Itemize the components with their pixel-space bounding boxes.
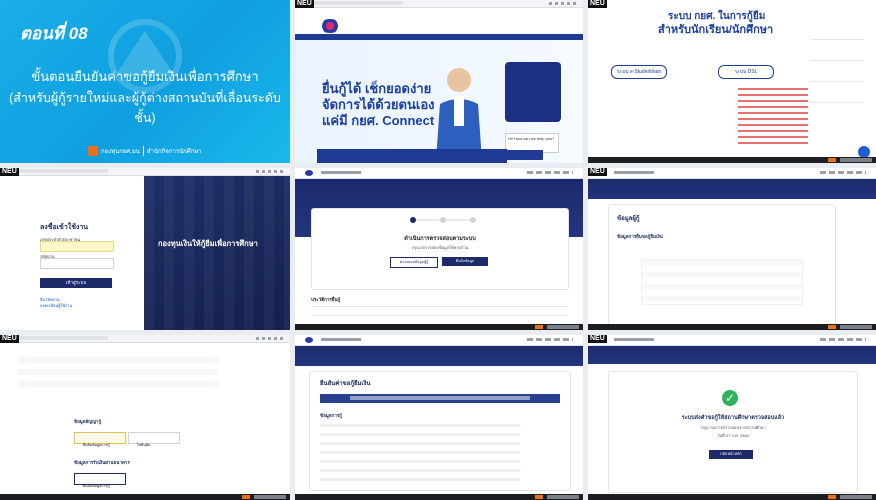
decline-loan-option[interactable]: ไม่ยืนยัน bbox=[128, 432, 180, 447]
login-hero bbox=[144, 176, 290, 330]
confirm-request-panel: ยืนยันค่าขอกู้ยืมเงิน ข้อมูลการกู้ bbox=[295, 335, 583, 500]
user-menu[interactable] bbox=[527, 338, 573, 341]
portal-heading2: สำหรับนักเรียน/นักศึกษา bbox=[658, 24, 774, 36]
login-title: ลงชื่อเข้าใช้งาน bbox=[40, 224, 89, 231]
episode-title-card: ตอนที่ 08 ขั้นตอนยืนยันค่าขอกู้ยืมเงินเพ… bbox=[0, 0, 290, 163]
register-link[interactable]: ลงทะเบียนผู้ใช้งาน bbox=[40, 302, 72, 309]
site-logo-icon[interactable] bbox=[319, 19, 341, 33]
address-bar[interactable] bbox=[313, 1, 403, 5]
brand-tag: NEU bbox=[588, 335, 607, 343]
video-footer bbox=[295, 494, 583, 500]
side-links[interactable] bbox=[810, 26, 864, 106]
video-footer bbox=[588, 157, 876, 163]
estudentloan-button[interactable]: ระบบ e-Studentloan bbox=[611, 65, 667, 79]
info-card: ข้อมูลผู้กู้ ข้อมูลการยื่นขอกู้ยืมเงิน bbox=[608, 204, 836, 328]
app-hero bbox=[588, 179, 876, 199]
app-hero bbox=[295, 346, 583, 366]
app-hero bbox=[588, 346, 876, 364]
request-title: ดำเนินการตรวจสอบตามระบบ bbox=[404, 236, 476, 242]
info-section: ข้อมูลการยื่นขอกู้ยืมเงิน bbox=[617, 234, 663, 239]
banner-line3: แค่มี กยศ. Connect bbox=[322, 113, 435, 128]
browser-bar bbox=[0, 335, 290, 343]
success-card: ✓ ระบบส่งคำขอกู้ให้สถานศึกษาตรวจสอบแล้ว … bbox=[608, 371, 858, 493]
loan-system-panel: NEU ระบบ กยศ. ในการกู้ยืม สำหรับนักเรียน… bbox=[588, 0, 876, 163]
success-message: ระบบส่งคำขอกู้ให้สถานศึกษาตรวจสอบแล้ว bbox=[681, 415, 785, 421]
app-logo-icon[interactable] bbox=[305, 337, 313, 343]
confirm-loan-option[interactable]: ยืนยันข้อมูลการกู้ bbox=[74, 432, 126, 447]
borrower-info-panel: NEU ข้อมูลผู้กู้ ข้อมูลการยื่นขอกู้ยืมเง… bbox=[588, 168, 876, 330]
site-header bbox=[295, 8, 583, 34]
app-logo-icon[interactable] bbox=[305, 170, 313, 176]
confirm-card: ยืนยันค่าขอกู้ยืมเงิน ข้อมูลการกู้ bbox=[309, 371, 571, 491]
success-panel: NEU ✓ ระบบส่งคำขอกู้ให้สถานศึกษาตรวจสอบแ… bbox=[588, 335, 876, 500]
confirm-info-button[interactable]: ยืนยันข้อมูล bbox=[442, 257, 488, 266]
confirm-section: ข้อมูลการกู้ bbox=[320, 413, 342, 418]
app-navbar bbox=[295, 168, 583, 179]
app-navbar bbox=[588, 335, 876, 346]
app-navbar bbox=[588, 168, 876, 179]
contract-section-title: ข้อมูลสัญญากู้ bbox=[74, 419, 102, 424]
login-button[interactable]: เข้าสู่ระบบ bbox=[40, 278, 112, 288]
password-input[interactable] bbox=[40, 258, 114, 269]
request-subtitle: กรุณาตรวจสอบข้อมูลให้ครบถ้วน bbox=[411, 245, 469, 250]
org-footer: กองทุนกยศ.มน สำนักกิจการนักศึกษา bbox=[88, 144, 202, 158]
info-grid bbox=[641, 259, 803, 305]
loan-request-panel: ดำเนินการตรวจสอบตามระบบ กรุณาตรวจสอบข้อม… bbox=[295, 168, 583, 330]
app-phone-image bbox=[505, 62, 561, 122]
episode-title-line2: (สำหรับผู้กู้รายใหม่และผู้กู้ต่างสถานบัน… bbox=[9, 91, 281, 125]
bank-confirm-option[interactable]: ยืนยันข้อมูลการกู้ bbox=[74, 473, 126, 488]
org-logo-icon bbox=[88, 146, 98, 156]
video-footer bbox=[588, 494, 876, 500]
dsl-button[interactable]: ระบบ DSL bbox=[718, 65, 774, 79]
brand-tag: NEU bbox=[588, 0, 607, 8]
brand-tag: NEU bbox=[0, 168, 19, 176]
episode-title-line1: ขั้นตอนยืนยันค่าขอกู้ยืมเงินเพื่อการศึกษ… bbox=[31, 69, 259, 84]
episode-number: ตอนที่ 08 bbox=[20, 24, 88, 43]
history-table-header bbox=[311, 306, 567, 316]
browser-bar bbox=[0, 168, 290, 176]
success-line2: กรุณารอการตรวจสอบจากสถานศึกษา bbox=[700, 425, 766, 430]
org-name: กองทุนกยศ.มน bbox=[101, 149, 140, 155]
presenter-image bbox=[436, 68, 482, 160]
instructions-text bbox=[738, 88, 808, 148]
quick-links-bar[interactable] bbox=[317, 149, 507, 163]
bank-section-title: ข้อมูลการรับเงินผ่านธนาคาร bbox=[74, 460, 130, 465]
login-hero-title: กองทุนเงินให้กู้ยืมเพื่อการศึกษา bbox=[158, 239, 258, 248]
browser-controls[interactable] bbox=[256, 337, 286, 340]
progress-steps bbox=[410, 217, 476, 223]
browser-controls[interactable] bbox=[549, 2, 579, 5]
notice-banner bbox=[320, 394, 560, 403]
username-input[interactable] bbox=[40, 241, 114, 252]
user-menu[interactable] bbox=[820, 338, 866, 341]
info-grid bbox=[18, 357, 218, 393]
confirm-details bbox=[320, 424, 520, 484]
brand-tag: NEU bbox=[0, 335, 19, 343]
video-footer bbox=[588, 324, 876, 330]
org-sub: สำนักกิจการนักศึกษา bbox=[146, 149, 202, 155]
login-panel: NEU ลงชื่อเข้าใช้งาน เลขประจำตัวประชาชน … bbox=[0, 168, 290, 330]
request-card: ดำเนินการตรวจสอบตามระบบ กรุณาตรวจสอบข้อม… bbox=[311, 208, 569, 290]
contract-choice-panel: NEU ข้อมูลสัญญากู้ ยืนยันข้อมูลการกู้ ไม… bbox=[0, 335, 290, 500]
address-bar[interactable] bbox=[18, 169, 108, 173]
website-home-panel: NEU ยื่นกู้ได้ เช็กยอดง่าย จัดการได้ด้วย… bbox=[295, 0, 583, 163]
confirm-title: ยืนยันค่าขอกู้ยืมเงิน bbox=[320, 381, 371, 387]
connect-badge bbox=[507, 150, 543, 160]
video-footer bbox=[295, 324, 583, 330]
brand-tag: NEU bbox=[295, 0, 314, 8]
check-circle-icon: ✓ bbox=[722, 390, 738, 406]
user-menu[interactable] bbox=[527, 171, 573, 174]
browser-controls[interactable] bbox=[256, 170, 286, 173]
brand-tag: NEU bbox=[588, 168, 607, 176]
history-section-title: ประวัติการยื่นกู้ bbox=[311, 297, 341, 302]
back-home-button[interactable]: กลับหน้าหลัก bbox=[709, 450, 753, 459]
info-title: ข้อมูลผู้กู้ bbox=[617, 216, 640, 222]
address-bar[interactable] bbox=[18, 336, 108, 340]
org-divider bbox=[142, 146, 144, 156]
check-info-button[interactable]: ตรวจสอบข้อมูลผู้กู้ bbox=[390, 257, 438, 268]
browser-bar bbox=[295, 0, 583, 8]
video-footer bbox=[0, 494, 290, 500]
app-navbar bbox=[295, 335, 583, 346]
success-line3: วันที่ 07 ก.ค. 2566 bbox=[717, 433, 749, 438]
user-menu[interactable] bbox=[820, 171, 866, 174]
